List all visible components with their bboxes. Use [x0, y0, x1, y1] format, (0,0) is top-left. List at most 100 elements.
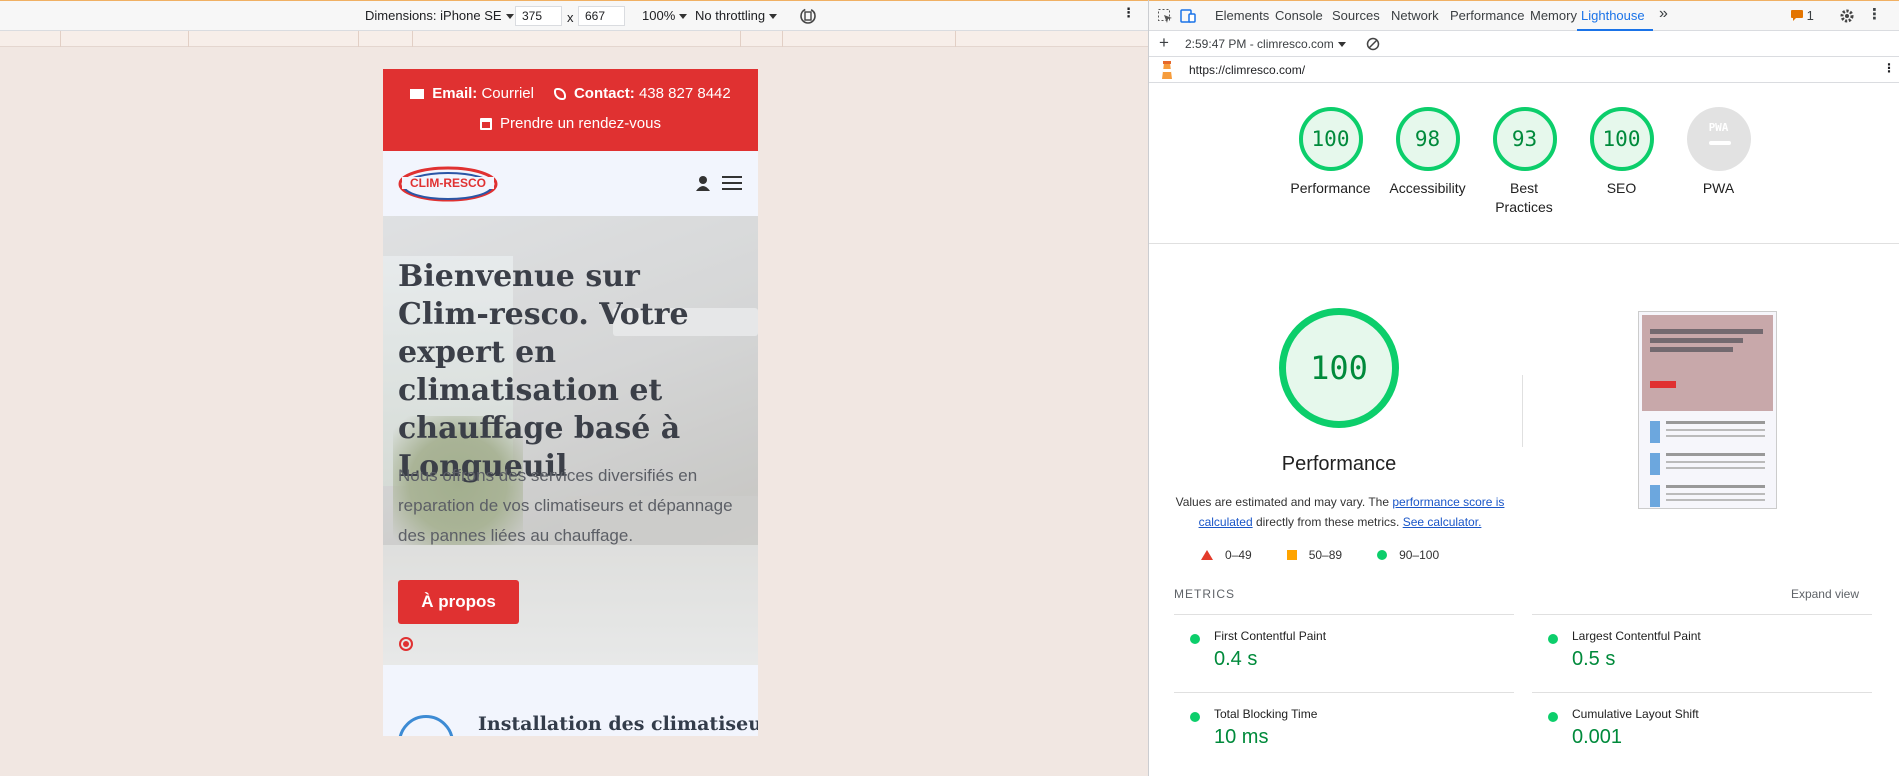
score-legend: 0–49 50–89 90–100 [1201, 548, 1439, 562]
legend-average: 50–89 [1286, 548, 1342, 562]
gauge-best-practices[interactable]: 93 Best Practices [1476, 107, 1573, 217]
calendar-icon [480, 117, 493, 130]
phone-icon [553, 88, 566, 101]
email-link[interactable]: Email: Courriel [410, 85, 534, 102]
more-options-icon[interactable]: ⋮ [1122, 5, 1135, 21]
pwa-badge-text: PWA [1708, 121, 1729, 134]
gauge-accessibility[interactable]: 98 Accessibility [1379, 107, 1476, 217]
gauge-label: PWA [1702, 180, 1735, 196]
pass-dot-icon [1548, 712, 1558, 722]
thumb-row [1650, 485, 1765, 507]
pwa-badge-icon: PWA [1686, 107, 1751, 171]
vertical-divider [1522, 375, 1523, 447]
audited-url[interactable]: https://climresco.com/ [1189, 63, 1305, 77]
lighthouse-report: 100 Performance 98 Accessibility 93 Best Pr… [1149, 97, 1899, 776]
more-tabs-icon[interactable]: » [1659, 5, 1668, 23]
pass-dot-icon [1190, 634, 1200, 644]
ac-installation-icon [398, 715, 454, 736]
tab-network[interactable]: Network [1391, 8, 1439, 23]
dimensions-dropdown[interactable]: Dimensions: iPhone SE [365, 8, 514, 23]
zoom-dropdown[interactable]: 100% [642, 8, 688, 23]
metric-value: 0.5 s [1572, 648, 1616, 670]
mail-icon [410, 89, 425, 100]
user-icon[interactable] [696, 175, 710, 191]
thumb-hero [1642, 315, 1773, 411]
metric-name: First Contentful Paint [1214, 629, 1327, 643]
score-ring: 98 [1395, 107, 1460, 171]
legend-fail: 0–49 [1201, 548, 1252, 562]
issues-badge[interactable]: 1 [1791, 8, 1814, 23]
triangle-icon [1201, 550, 1213, 560]
hero-text: Nous offrons des services diversifiés en… [398, 466, 733, 545]
score-gauges: 100 Performance 98 Accessibility 93 Best Pr… [1282, 107, 1767, 217]
gauge-performance[interactable]: 100 Performance [1282, 107, 1379, 217]
metric-value: 0.001 [1572, 726, 1623, 748]
inspect-element-icon[interactable] [1157, 8, 1173, 24]
hero-section: Bienvenue sur Clim-resco. Votre expert e… [383, 216, 758, 665]
emulated-viewport: Email: Courriel Contact: 438 827 8442 Pr… [383, 69, 758, 736]
pass-dot-icon [1548, 634, 1558, 644]
contact-link[interactable]: Contact: 438 827 8442 [553, 85, 731, 102]
gauge-seo[interactable]: 100 SEO [1573, 107, 1670, 217]
lighthouse-logo-icon [1162, 61, 1172, 79]
thumb-row [1650, 421, 1765, 443]
metric-name: Largest Contentful Paint [1572, 629, 1701, 643]
performance-heading: Performance [1281, 453, 1397, 475]
appointment-link[interactable]: Prendre un rendez-vous [383, 115, 758, 132]
new-report-icon[interactable]: + [1159, 33, 1169, 53]
tab-elements[interactable]: Elements [1215, 8, 1269, 23]
rotate-icon[interactable] [798, 6, 818, 29]
gauge-label: Accessibility [1389, 180, 1466, 196]
metric-fcp: First Contentful Paint 0.4 s [1174, 614, 1514, 671]
section-divider [1149, 243, 1899, 244]
pass-dot-icon [1190, 712, 1200, 722]
clear-reports-icon[interactable] [1366, 37, 1380, 51]
issues-icon [1791, 10, 1803, 21]
see-calculator-link[interactable]: See calculator. [1403, 515, 1482, 529]
throttling-dropdown[interactable]: No throttling [695, 8, 778, 23]
metric-name: Cumulative Layout Shift [1572, 707, 1699, 721]
tab-console[interactable]: Console [1275, 8, 1323, 23]
hero-title: Bienvenue sur Clim-resco. Votre expert e… [398, 259, 689, 484]
score-ring: 100 [1298, 107, 1363, 171]
metric-cls: Cumulative Layout Shift 0.001 [1532, 692, 1872, 749]
slider-dot[interactable] [399, 637, 413, 651]
gauge-label: SEO [1606, 180, 1637, 196]
square-icon [1286, 550, 1297, 560]
height-input[interactable]: 667 [578, 6, 625, 26]
score-description: Values are estimated and may vary. The p… [1175, 495, 1505, 529]
metric-value: 10 ms [1214, 726, 1269, 748]
settings-gear-icon[interactable] [1839, 8, 1855, 24]
report-selector[interactable]: 2:59:47 PM - climresco.com [1185, 37, 1346, 51]
about-button[interactable]: À propos [398, 580, 519, 624]
metric-tbt: Total Blocking Time 10 ms [1174, 692, 1514, 749]
tab-sources[interactable]: Sources [1332, 8, 1380, 23]
media-query-ruler [0, 31, 1148, 47]
device-toggle-icon[interactable] [1180, 8, 1196, 24]
gauge-pwa[interactable]: PWA PWA [1670, 107, 1767, 217]
device-toolbar: Dimensions: iPhone SE 375 x 667 100% No … [0, 0, 1148, 31]
site-header: CLIM-RESCO [383, 151, 758, 216]
url-more-icon[interactable]: ⋮ [1883, 61, 1895, 75]
tab-memory[interactable]: Memory [1530, 8, 1577, 23]
devtools-menu-icon[interactable]: ⋮ [1867, 5, 1882, 23]
gauge-label: Best Practices [1495, 180, 1553, 215]
metric-value: 0.4 s [1214, 648, 1258, 670]
expand-view-toggle[interactable]: Expand view [1791, 587, 1859, 601]
thumb-row [1650, 453, 1765, 475]
width-input[interactable]: 375 [515, 6, 562, 26]
metric-name: Total Blocking Time [1214, 707, 1318, 721]
lighthouse-toolbar: + 2:59:47 PM - climresco.com [1149, 31, 1899, 57]
tab-lighthouse[interactable]: Lighthouse [1581, 8, 1645, 23]
legend-pass: 90–100 [1377, 548, 1439, 562]
score-ring: 100 [1589, 107, 1654, 171]
clim-resco-logo[interactable]: CLIM-RESCO [398, 165, 498, 203]
final-screenshot-thumbnail[interactable] [1638, 311, 1777, 509]
metric-lcp: Largest Contentful Paint 0.5 s [1532, 614, 1872, 671]
performance-score-gauge: 100 [1279, 308, 1399, 428]
tab-performance[interactable]: Performance [1450, 8, 1524, 23]
score-ring: 93 [1492, 107, 1557, 171]
hamburger-menu-icon[interactable] [722, 176, 742, 190]
dimension-separator: x [567, 10, 574, 25]
service-title[interactable]: Installation des climatiseurs [478, 713, 758, 735]
